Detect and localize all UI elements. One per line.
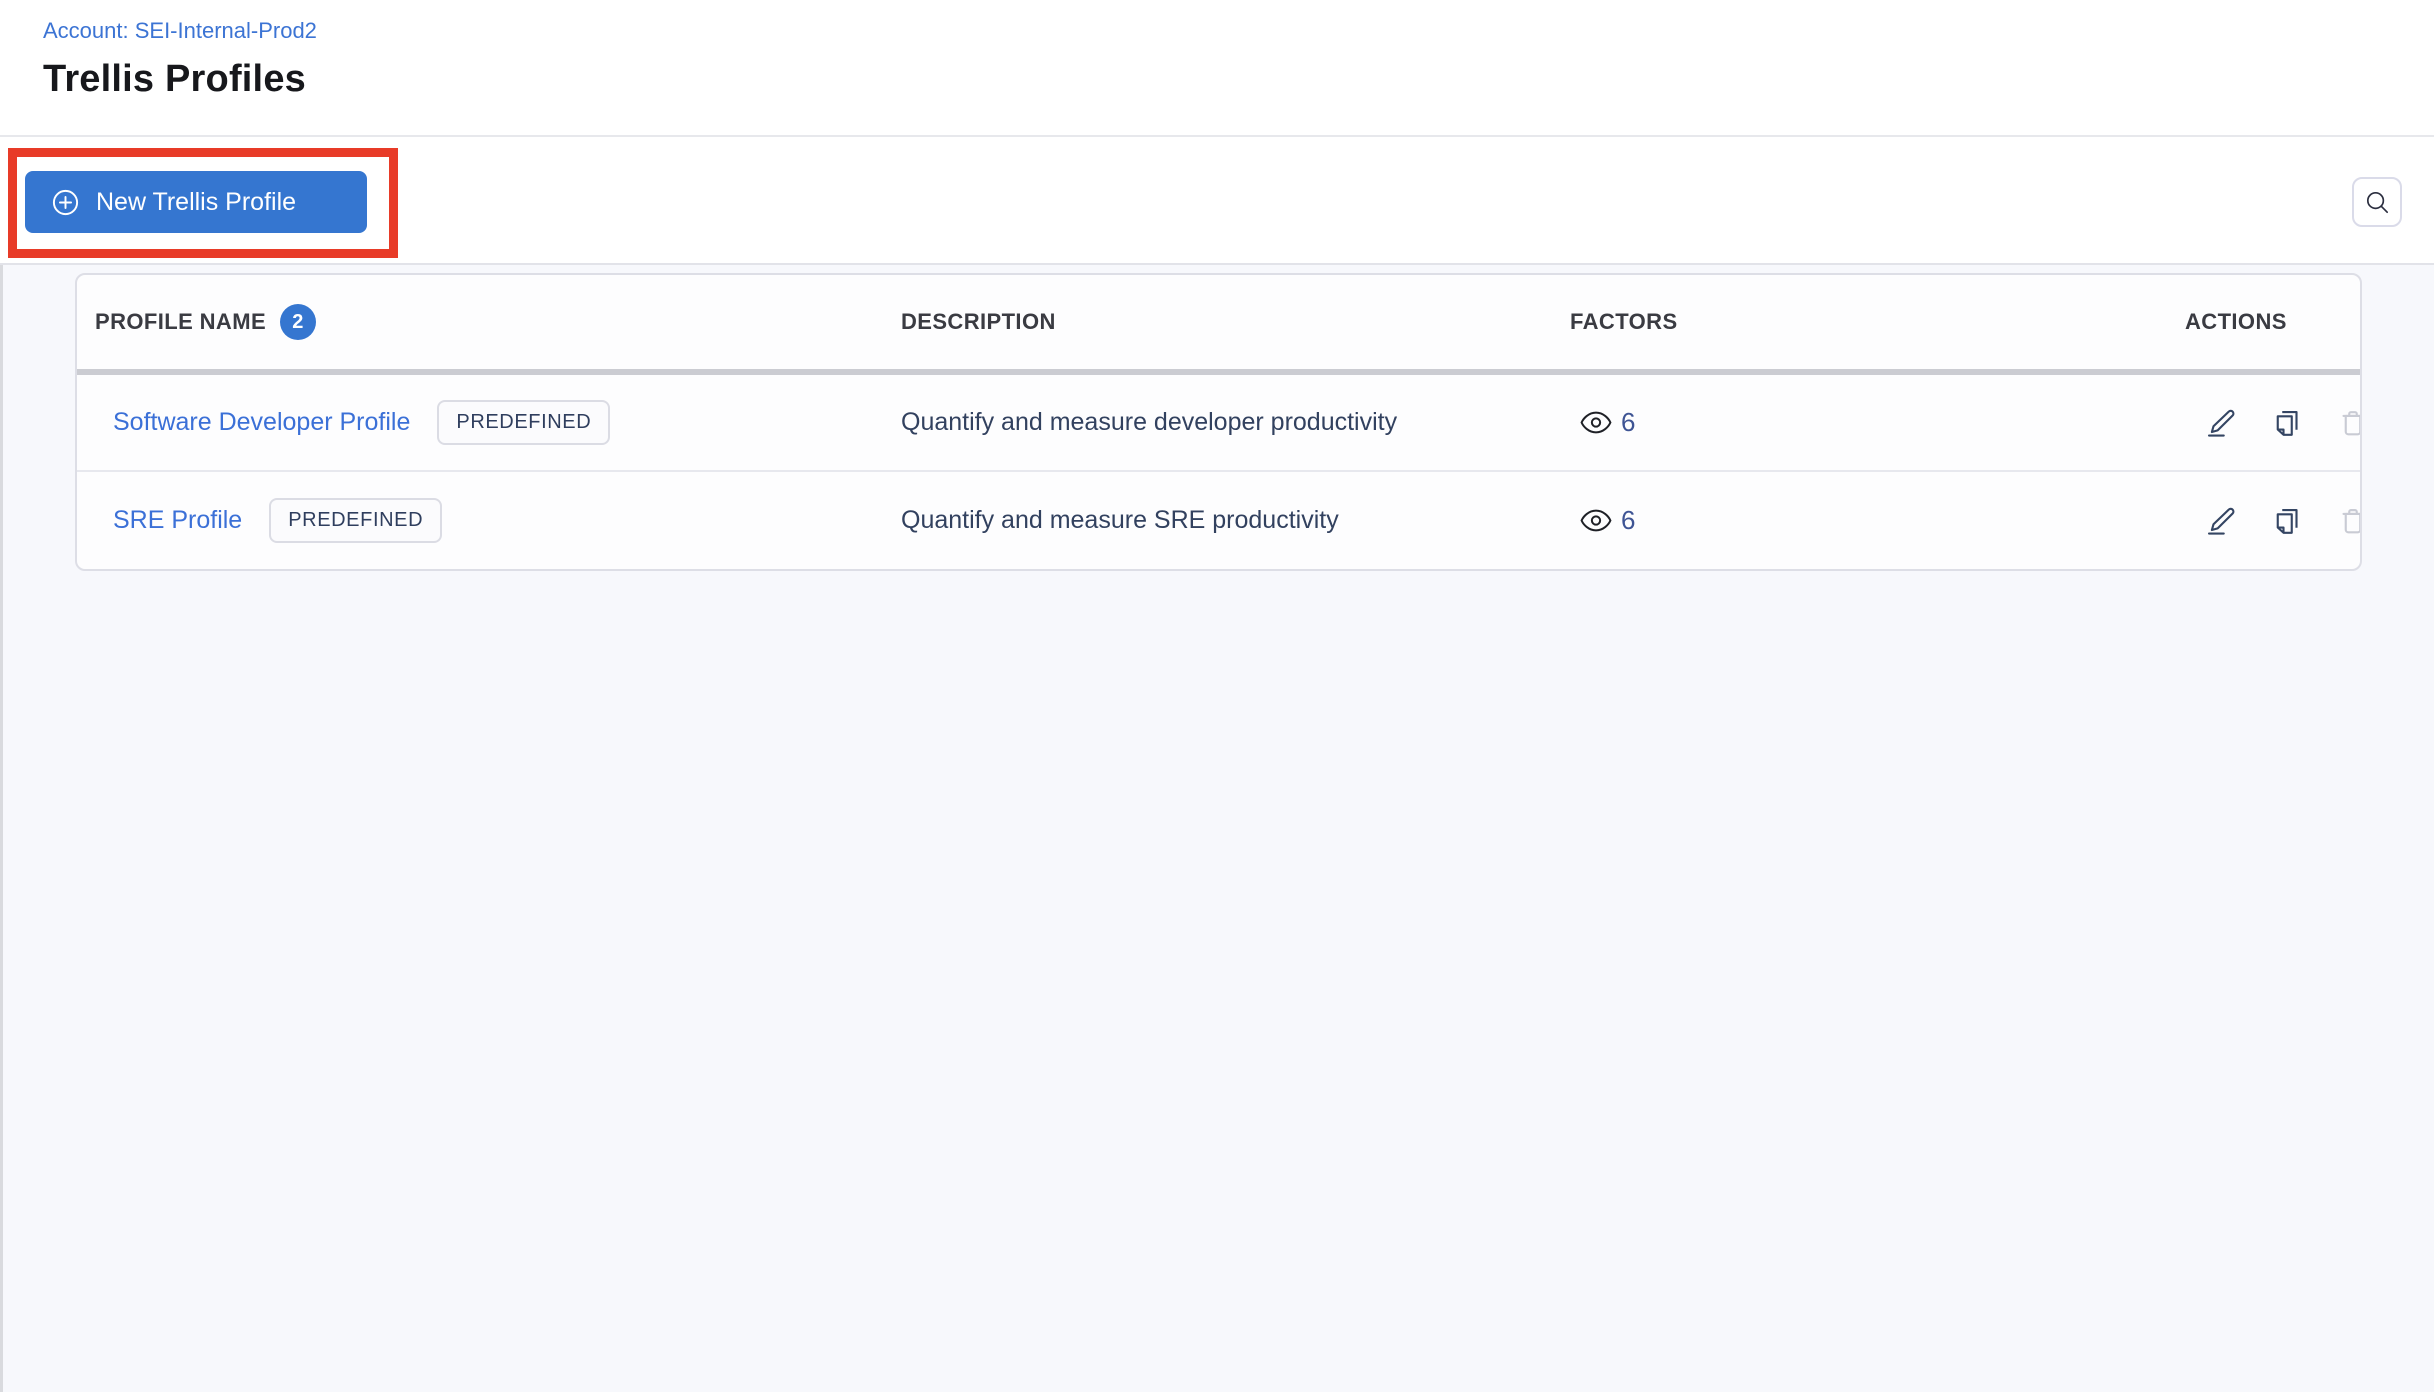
delete-button[interactable]	[2337, 505, 2360, 537]
copy-button[interactable]	[2271, 505, 2303, 537]
delete-button[interactable]	[2337, 407, 2360, 439]
predefined-tag: PREDEFINED	[437, 400, 611, 445]
eye-icon	[1580, 410, 1612, 435]
table-row: Software Developer Profile PREDEFINED Qu…	[77, 375, 2360, 472]
table-row: SRE Profile PREDEFINED Quantify and meas…	[77, 472, 2360, 569]
column-header-factors: FACTORS	[1570, 309, 1678, 334]
profiles-table: PROFILE NAME 2 DESCRIPTION FACTORS ACTIO…	[75, 273, 2362, 571]
eye-icon	[1580, 508, 1612, 533]
toolbar: New Trellis Profile	[0, 137, 2434, 265]
column-header-description: DESCRIPTION	[901, 309, 1056, 334]
table-header-row: PROFILE NAME 2 DESCRIPTION FACTORS ACTIO…	[77, 275, 2360, 375]
profile-count-badge: 2	[280, 304, 317, 340]
column-header-profile-name: PROFILE NAME	[95, 309, 267, 334]
edit-button[interactable]	[2205, 505, 2237, 537]
predefined-tag: PREDEFINED	[269, 498, 443, 543]
profile-description: Quantify and measure SRE productivity	[901, 506, 1339, 534]
copy-button[interactable]	[2271, 407, 2303, 439]
factors-count: 6	[1621, 407, 1636, 437]
page-header: Account: SEI-Internal-Prod2 Trellis Prof…	[0, 0, 2434, 137]
page-title: Trellis Profiles	[43, 58, 306, 100]
column-header-actions: ACTIONS	[2185, 309, 2287, 334]
search-icon	[2364, 189, 2391, 216]
new-trellis-profile-button-label: New Trellis Profile	[96, 187, 297, 216]
profile-link[interactable]: SRE Profile	[113, 506, 242, 535]
view-factors[interactable]: 6	[1570, 505, 2110, 536]
profile-description: Quantify and measure developer productiv…	[901, 408, 1398, 436]
plus-circle-icon	[51, 188, 80, 217]
edit-button[interactable]	[2205, 407, 2237, 439]
profile-link[interactable]: Software Developer Profile	[113, 408, 410, 437]
new-trellis-profile-button[interactable]: New Trellis Profile	[25, 171, 367, 233]
account-breadcrumb-link[interactable]: Account: SEI-Internal-Prod2	[43, 18, 317, 44]
view-factors[interactable]: 6	[1570, 407, 2110, 438]
search-button[interactable]	[2352, 177, 2402, 227]
factors-count: 6	[1621, 505, 1636, 535]
